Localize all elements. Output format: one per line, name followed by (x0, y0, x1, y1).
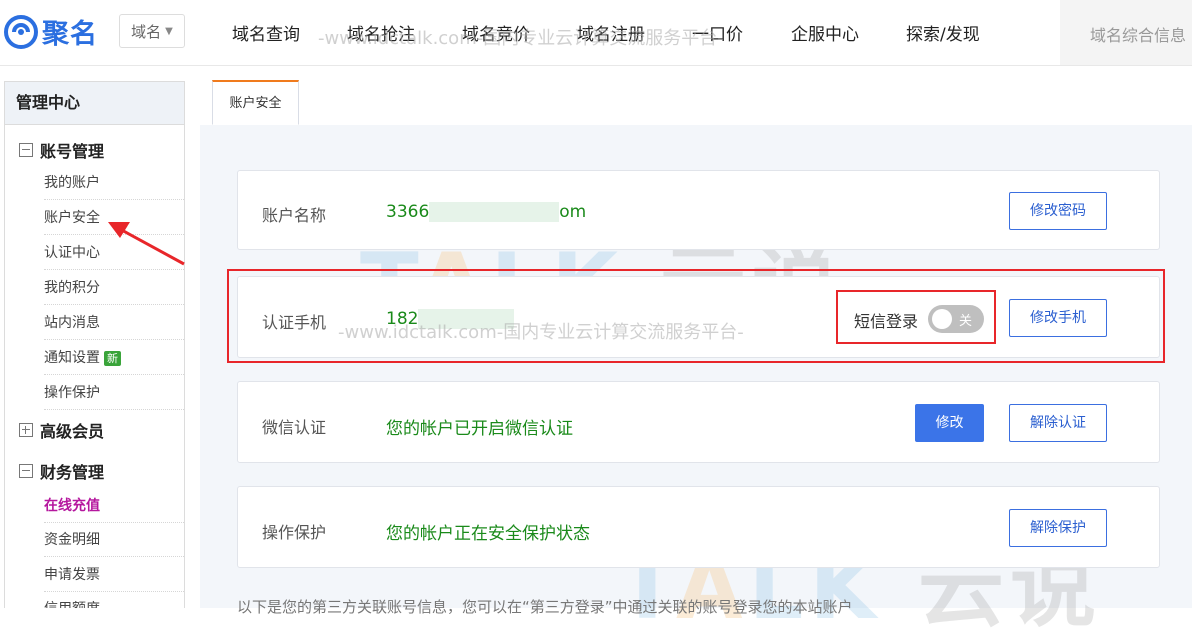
card-wechat: 微信认证 您的帐户已开启微信认证 修改 解除认证 (237, 381, 1160, 463)
tab-bar: 账户安全 (200, 80, 1192, 126)
third-party-note: 以下是您的第三方关联账号信息，您可以在“第三方登录”中通过关联的账号登录您的本站… (237, 598, 853, 616)
domain-select-label: 域名 (131, 22, 162, 41)
change-password-button[interactable]: 修改密码 (1009, 192, 1107, 230)
sidebar-item-messages[interactable]: 站内消息 (44, 306, 184, 340)
sidebar-item-label: 通知设置 (44, 350, 100, 366)
logo[interactable]: 聚名 (4, 12, 98, 51)
nav-fixed-price[interactable]: 一口价 (692, 20, 743, 45)
sms-login-label: 短信登录 (854, 312, 919, 331)
logo-icon (4, 14, 38, 49)
sms-login-toggle[interactable]: 关 (928, 305, 984, 333)
group-finance[interactable]: 财务管理 (5, 456, 104, 486)
phone-value: 182 (386, 309, 515, 329)
collapse-icon (19, 464, 33, 478)
search-input[interactable]: 域名综合信息 (1060, 0, 1192, 65)
protect-label: 操作保护 (262, 523, 327, 542)
sidebar-item-points[interactable]: 我的积分 (44, 271, 184, 305)
modify-wechat-button[interactable]: 修改 (915, 404, 984, 442)
nav-enterprise-center[interactable]: 企服中心 (791, 20, 859, 45)
remove-protection-button[interactable]: 解除保护 (1009, 509, 1107, 547)
sidebar-title: 管理中心 (5, 82, 184, 125)
nav-explore[interactable]: 探索/发现 (906, 20, 980, 45)
toggle-state: 关 (959, 314, 973, 329)
sidebar-item-recharge[interactable]: 在线充值 (44, 489, 184, 523)
group-vip[interactable]: 高级会员 (5, 415, 104, 445)
protect-status: 您的帐户正在安全保护状态 (386, 524, 590, 544)
sidebar-item-invoice[interactable]: 申请发票 (44, 558, 184, 592)
nav-domain-query[interactable]: 域名查询 (232, 20, 300, 45)
sidebar-item-funds-detail[interactable]: 资金明细 (44, 523, 184, 557)
wechat-status: 您的帐户已开启微信认证 (386, 419, 573, 439)
nav-domain-snap[interactable]: 域名抢注 (347, 20, 415, 45)
expand-icon (19, 423, 33, 437)
sidebar-item-notifications[interactable]: 通知设置新 (44, 341, 184, 375)
unbind-wechat-button[interactable]: 解除认证 (1009, 404, 1107, 442)
chevron-down-icon: ▼ (165, 25, 173, 37)
search-placeholder: 域名综合信息 (1090, 26, 1187, 45)
collapse-icon (19, 143, 33, 157)
group-account[interactable]: 账号管理 (5, 135, 104, 165)
sidebar-item-credit[interactable]: 信用额度 (44, 592, 184, 608)
card-operation-protect: 操作保护 您的帐户正在安全保护状态 解除保护 (237, 486, 1160, 568)
logo-text: 聚名 (42, 19, 98, 50)
toggle-knob (932, 309, 952, 329)
sidebar-item-operation-protect[interactable]: 操作保护 (44, 376, 184, 410)
group-account-label: 账号管理 (40, 142, 105, 161)
domain-type-select[interactable]: 域名 ▼ (119, 14, 185, 48)
card-phone: 认证手机 182 修改手机 (237, 276, 1160, 358)
phone-label: 认证手机 (262, 313, 327, 332)
group-vip-label: 高级会员 (40, 422, 105, 441)
annotation-arrow-icon (108, 222, 185, 266)
sidebar-item-my-account[interactable]: 我的账户 (44, 166, 184, 200)
tab-account-security[interactable]: 账户安全 (212, 80, 299, 125)
top-header: 聚名 域名 ▼ 域名查询 域名抢注 域名竞价 域名注册 一口价 企服中心 探索/… (0, 0, 1192, 66)
new-badge: 新 (104, 350, 121, 366)
nav-domain-auction[interactable]: 域名竞价 (462, 20, 530, 45)
account-name-value: 3366 om (386, 202, 587, 222)
card-account-name: 账户名称 3366 om 修改密码 (237, 170, 1160, 250)
change-phone-button[interactable]: 修改手机 (1009, 299, 1107, 337)
account-name-label: 账户名称 (262, 206, 327, 225)
wechat-label: 微信认证 (262, 418, 327, 437)
sidebar: 管理中心 账号管理 我的账户 账户安全 认证中心 我的积分 站内消息 通知设置新… (4, 81, 185, 608)
group-finance-label: 财务管理 (40, 463, 105, 482)
nav-domain-register[interactable]: 域名注册 (577, 20, 645, 45)
